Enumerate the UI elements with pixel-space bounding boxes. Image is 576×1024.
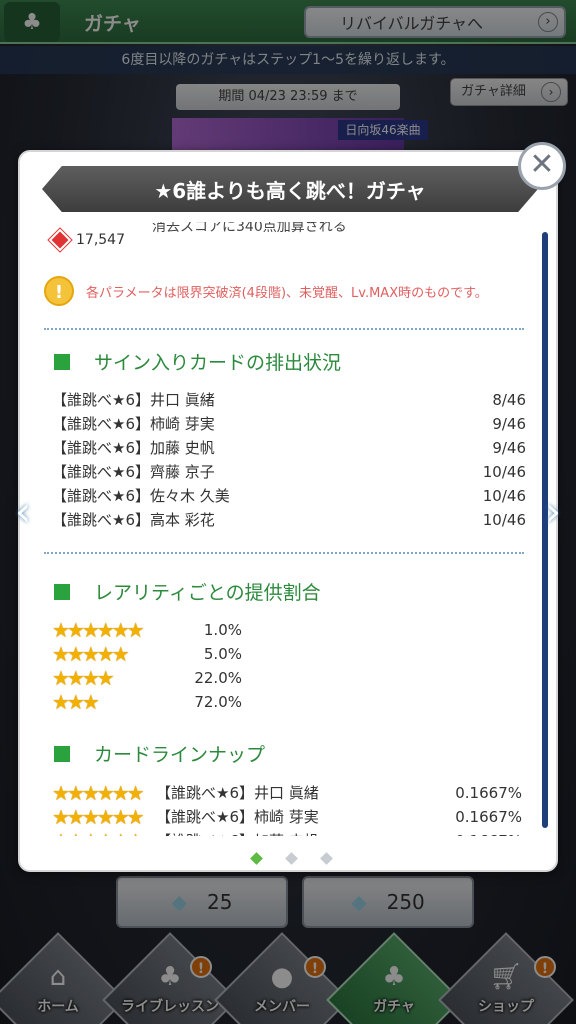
star-rating-icon: ★★★★★★ [52,805,145,829]
sign-section-title: サイン入りカードの排出状況 [54,348,341,375]
page-dot[interactable] [285,852,298,865]
score-icon [48,228,72,252]
list-item: 【誰跳べ★6】井口 眞緒 8/46 [52,388,526,412]
list-item: ★★★★★★ 【誰跳べ★6】井口 眞緒 0.1667% [52,780,522,806]
card-name: 【誰跳べ★6】齊藤 京子 [52,463,215,481]
parameter-warning: ! 各パラメータは限界突破済(4段階)、未覚醒、Lv.MAX時のものです。 [44,276,488,306]
warning-icon: ! [44,276,74,306]
card-name: 【誰跳べ★6】佐々木 久美 [52,487,230,505]
card-percent: 0.1667% [455,808,522,826]
warning-text: 各パラメータは限界突破済(4段階)、未覚醒、Lv.MAX時のものです。 [86,285,488,301]
drop-rate: 10/46 [482,463,526,481]
list-item: ★★★★★★ 1.0% [52,618,242,642]
lineup-section-label: カードラインナップ [94,744,266,766]
card-name: 【誰跳べ★6】井口 眞緒 [156,784,319,802]
star-rating-icon: ★★★★★★ [52,618,145,642]
rarity-percent: 5.0% [203,645,242,663]
card-name: 【誰跳べ★6】柿崎 芽実 [52,415,215,433]
section-bullet-icon [54,583,70,600]
star-rating-icon: ★★★★ [52,666,115,690]
rarity-percent: 1.0% [203,621,242,639]
drop-rate: 10/46 [482,511,526,529]
list-item: 【誰跳べ★6】加藤 史帆 9/46 [52,436,526,460]
section-bullet-icon [54,353,70,370]
list-item: ★★★★★ 5.0% [52,642,242,666]
modal-scroll-area[interactable]: 消去スコアに340点加算される 17,547 ! 各パラメータは限界突破済(4段… [44,216,534,836]
gacha-detail-modal: ★6誰よりも高く跳べ！ガチャ 消去スコアに340点加算される 17,547 ! … [18,150,558,872]
card-name: 【誰跳べ★6】加藤 史帆 [52,439,215,457]
page-indicator [250,852,333,865]
drop-rate: 8/46 [492,391,526,409]
divider [44,552,524,554]
star-rating-icon: ★★★★★★ [52,829,145,836]
card-name: 【誰跳べ★6】高本 彩花 [52,511,215,529]
prev-page-arrow[interactable]: ‹ [10,488,36,536]
divider [44,328,524,330]
star-rating-icon: ★★★★★★ [52,781,145,805]
score-value: 17,547 [76,232,125,248]
list-item: ★★★★★★ 【誰跳べ★6】柿崎 芽実 0.1667% [52,804,522,830]
card-percent: 0.1667% [455,828,522,836]
score-row: 17,547 [48,228,125,252]
page-dot[interactable] [320,852,333,865]
rarity-percent: 22.0% [194,669,242,687]
lineup-section-title: カードラインナップ [54,740,265,767]
modal-title: ★6誰よりも高く跳べ！ガチャ [42,166,538,212]
close-button[interactable]: ✕ [518,142,566,190]
drop-rate: 9/46 [492,439,526,457]
drop-rate: 9/46 [492,415,526,433]
page-dot-active[interactable] [250,852,263,865]
list-item: 【誰跳べ★6】齊藤 京子 10/46 [52,460,526,484]
list-item: 【誰跳べ★6】高本 彩花 10/46 [52,508,526,532]
card-percent: 0.1667% [455,784,522,802]
drop-rate: 10/46 [482,487,526,505]
list-item: 【誰跳べ★6】佐々木 久美 10/46 [52,484,526,508]
list-item: 【誰跳べ★6】柿崎 芽実 9/46 [52,412,526,436]
star-rating-icon: ★★★★★ [52,642,130,666]
section-bullet-icon [54,745,70,762]
list-item: ★★★ 72.0% [52,690,242,714]
star-rating-icon: ★★★ [52,690,100,714]
card-name: 【誰跳べ★6】柿崎 芽実 [156,808,319,826]
rarity-percent: 72.0% [194,693,242,711]
rarity-section-label: レアリティごとの提供割合 [94,582,321,604]
partial-skill-text: 消去スコアに340点加算される [152,219,347,235]
list-item: ★★★★ 22.0% [52,666,242,690]
card-name: 【誰跳べ★6】井口 眞緒 [52,391,215,409]
next-page-arrow[interactable]: › [540,488,566,536]
rarity-section-title: レアリティごとの提供割合 [54,578,321,605]
card-name: 【誰跳べ★6】加藤 史帆 [156,828,319,836]
sign-section-label: サイン入りカードの排出状況 [94,352,342,374]
list-item: ★★★★★★ 【誰跳べ★6】加藤 史帆 0.1667% [52,828,522,836]
